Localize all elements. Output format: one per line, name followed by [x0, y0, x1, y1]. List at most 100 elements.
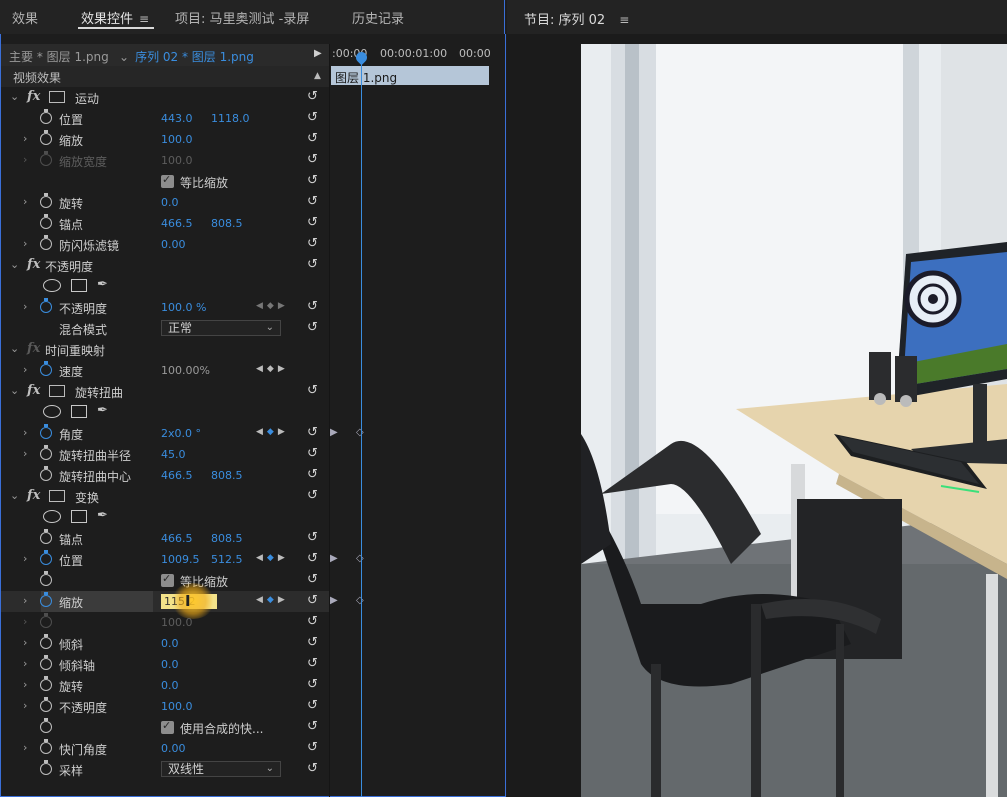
reset-icon[interactable]: ↺ [307, 593, 318, 608]
reset-icon[interactable]: ↺ [307, 635, 318, 650]
stopwatch-icon[interactable] [40, 697, 52, 712]
value[interactable]: 0.0 [161, 658, 179, 671]
value-x[interactable]: 466.5 [161, 469, 193, 482]
value[interactable]: 45.0 [161, 448, 186, 461]
keyframe-arrow-icon[interactable]: ▶ [330, 427, 338, 438]
fx-icon[interactable]: fx [27, 89, 40, 104]
stopwatch-icon[interactable] [40, 634, 52, 649]
transform-icon[interactable] [49, 490, 65, 502]
value-y[interactable]: 512.5 [211, 553, 243, 566]
keyframe-nav[interactable]: ◀◆▶ [256, 364, 289, 374]
value[interactable]: 0.00 [161, 238, 186, 251]
reset-icon[interactable]: ↺ [307, 677, 318, 692]
stopwatch-icon[interactable] [40, 130, 52, 145]
value[interactable]: 100.0 [161, 700, 193, 713]
value[interactable]: 100.00% [161, 364, 210, 377]
panel-menu-icon[interactable]: ≡ [619, 13, 629, 27]
keyframe-diamond-icon[interactable]: ◇ [356, 427, 364, 438]
chevron-right-icon[interactable]: › [23, 594, 27, 607]
stopwatch-icon[interactable] [40, 718, 52, 733]
rectangle-mask-icon[interactable] [71, 405, 87, 418]
fx-icon[interactable]: fx [27, 383, 40, 398]
keyframe-arrow-icon[interactable]: ▶ [330, 553, 338, 564]
chevron-right-icon[interactable]: › [23, 363, 27, 376]
panel-menu-icon[interactable]: ≡ [139, 12, 149, 26]
reset-icon[interactable]: ↺ [307, 383, 318, 398]
stopwatch-icon[interactable] [40, 298, 52, 313]
reset-icon[interactable]: ↺ [307, 761, 318, 776]
value-y[interactable]: 808.5 [211, 217, 243, 230]
uniform-scale-checkbox[interactable] [161, 572, 174, 587]
chevron-right-icon[interactable]: › [23, 552, 27, 565]
chevron-right-icon[interactable]: › [23, 678, 27, 691]
reset-icon[interactable]: ↺ [307, 488, 318, 503]
tab-effect-controls[interactable]: 效果控件 ≡ [81, 8, 149, 27]
stopwatch-icon[interactable] [40, 214, 52, 229]
stopwatch-icon[interactable] [40, 109, 52, 124]
stopwatch-icon[interactable] [40, 361, 52, 376]
reset-icon[interactable]: ↺ [307, 551, 318, 566]
chevron-down-icon[interactable]: ⌄ [10, 384, 19, 397]
ellipse-mask-icon[interactable] [43, 510, 61, 523]
chevron-down-icon[interactable]: ⌄ [10, 489, 19, 502]
timeline-ruler[interactable]: :00:00 00:00:01:00 00:00 [330, 44, 491, 66]
value-y[interactable]: 808.5 [211, 469, 243, 482]
reset-icon[interactable]: ↺ [307, 173, 318, 188]
chevron-right-icon[interactable]: › [23, 615, 27, 628]
reset-icon[interactable]: ↺ [307, 152, 318, 167]
playhead-line[interactable] [361, 52, 362, 797]
keyframe-nav[interactable]: ◀◆▶ [256, 595, 289, 605]
reset-icon[interactable]: ↺ [307, 530, 318, 545]
value[interactable]: 0.00 [161, 742, 186, 755]
effect-motion[interactable]: ⌄ fx 运动 ↺ [1, 87, 329, 108]
reset-icon[interactable]: ↺ [307, 215, 318, 230]
master-clip-label[interactable]: 主要 * 图层 1.png [9, 48, 109, 65]
value-x[interactable]: 1009.5 [161, 553, 200, 566]
panel-divider[interactable] [329, 44, 330, 797]
stopwatch-icon[interactable] [40, 655, 52, 670]
keyframe-diamond-icon[interactable]: ◇ [356, 595, 364, 606]
play-icon[interactable]: ▶ [314, 48, 322, 59]
stopwatch-icon[interactable] [40, 466, 52, 481]
fx-icon[interactable]: fx [27, 341, 40, 356]
value-x[interactable]: 466.5 [161, 532, 193, 545]
reset-icon[interactable]: ↺ [307, 698, 318, 713]
effect-time-remap[interactable]: ⌄ fx 时间重映射 [1, 339, 329, 360]
keyframe-nav[interactable]: ◀◆▶ [256, 427, 289, 437]
keyframe-diamond-icon[interactable]: ◇ [356, 553, 364, 564]
stopwatch-icon[interactable] [40, 529, 52, 544]
value[interactable]: 0.0 [161, 637, 179, 650]
reset-icon[interactable]: ↺ [307, 320, 318, 335]
effect-transform[interactable]: ⌄ fx 变换 ↺ [1, 486, 329, 507]
reset-icon[interactable]: ↺ [307, 467, 318, 482]
reset-icon[interactable]: ↺ [307, 299, 318, 314]
stopwatch-icon[interactable] [40, 235, 52, 250]
tab-program[interactable]: 节目: 序列 02 ≡ [524, 9, 629, 28]
uniform-scale-checkbox[interactable] [161, 173, 174, 188]
rectangle-mask-icon[interactable] [71, 279, 87, 292]
value[interactable]: 2x0.0 ° [161, 427, 201, 440]
chevron-right-icon[interactable]: › [23, 699, 27, 712]
reset-icon[interactable]: ↺ [307, 194, 318, 209]
transform-icon[interactable] [49, 91, 65, 103]
effect-opacity[interactable]: ⌄ fx 不透明度 ↺ [1, 255, 329, 276]
value-y[interactable]: 808.5 [211, 532, 243, 545]
effect-twirl[interactable]: ⌄ fx 旋转扭曲 ↺ [1, 381, 329, 402]
video-frame[interactable] [581, 44, 1007, 797]
pen-mask-icon[interactable]: ✒ [97, 277, 108, 292]
chevron-right-icon[interactable]: › [23, 195, 27, 208]
reset-icon[interactable]: ↺ [307, 425, 318, 440]
value[interactable]: 0.0 [161, 679, 179, 692]
stopwatch-icon[interactable] [40, 550, 52, 565]
ellipse-mask-icon[interactable] [43, 279, 61, 292]
fx-icon[interactable]: fx [27, 257, 40, 272]
chevron-right-icon[interactable]: › [23, 426, 27, 439]
chevron-right-icon[interactable]: › [23, 237, 27, 250]
value[interactable]: 100.0 [161, 133, 193, 146]
keyframe-arrow-icon[interactable]: ▶ [330, 595, 338, 606]
chevron-right-icon[interactable]: › [23, 447, 27, 460]
fx-icon[interactable]: fx [27, 488, 40, 503]
tab-history[interactable]: 历史记录 [352, 8, 404, 27]
value[interactable]: 0.0 [161, 196, 179, 209]
sequence-clip-label[interactable]: ⌄ 序列 02 * 图层 1.png [119, 48, 254, 65]
